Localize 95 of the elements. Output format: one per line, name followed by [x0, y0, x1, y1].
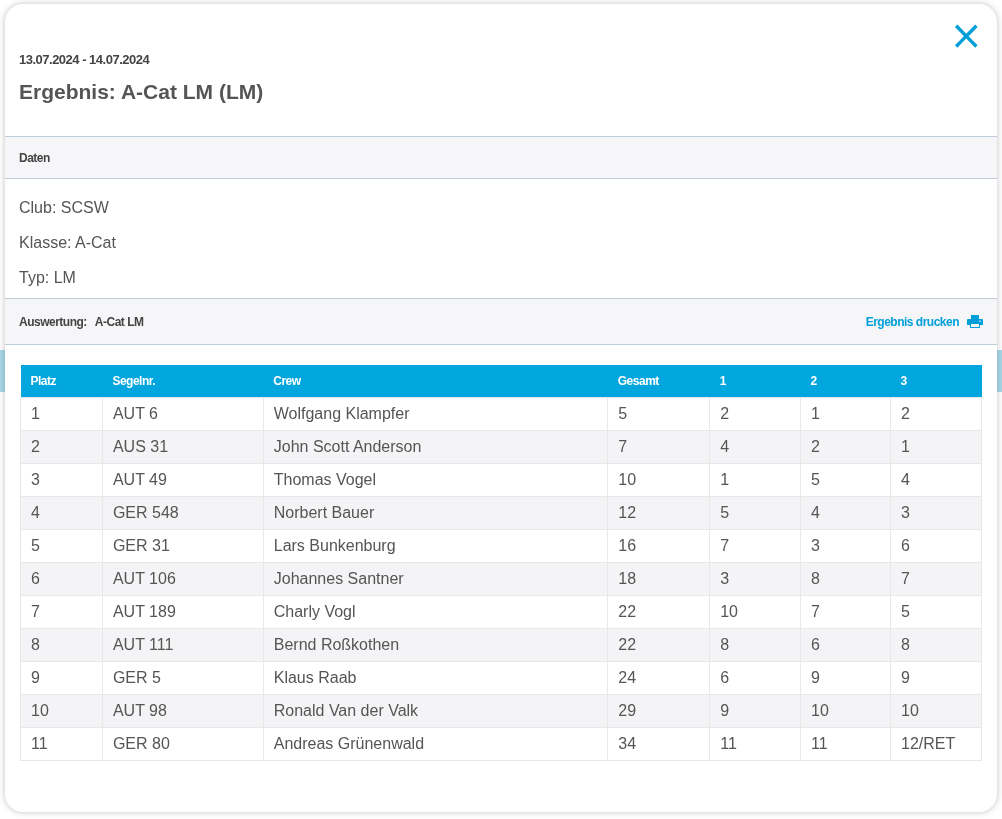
- table-cell: 16: [607, 529, 710, 563]
- table-cell: 7: [800, 595, 891, 629]
- dialog-title: Ergebnis: A-Cat LM (LM): [19, 80, 264, 104]
- table-cell: AUT 6: [102, 397, 264, 431]
- print-link[interactable]: Ergebnis drucken: [865, 314, 983, 329]
- table-cell: Charly Vogl: [263, 595, 608, 629]
- table-cell: 34: [607, 727, 710, 761]
- table-cell: 6: [20, 562, 103, 596]
- table-cell: 12/RET: [890, 727, 982, 761]
- table-cell: 3: [709, 562, 801, 596]
- table-cell: 5: [709, 496, 801, 530]
- table-cell: 7: [890, 562, 982, 596]
- table-cell: Lars Bunkenburg: [263, 529, 608, 563]
- table-cell: 10: [607, 463, 710, 497]
- column-header: 2: [800, 365, 891, 398]
- printer-icon: [967, 315, 983, 328]
- table-cell: 1: [890, 430, 982, 464]
- table-cell: 10: [800, 694, 891, 728]
- table-cell: 1: [20, 397, 103, 431]
- table-cell: 29: [607, 694, 710, 728]
- table-cell: AUT 106: [102, 562, 264, 596]
- column-header: Platz: [20, 365, 103, 398]
- table-cell: AUT 49: [102, 463, 264, 497]
- table-cell: 8: [800, 562, 891, 596]
- table-cell: 8: [709, 628, 801, 662]
- table-cell: Andreas Grünenwald: [263, 727, 608, 761]
- table-cell: 6: [800, 628, 891, 662]
- table-cell: 4: [890, 463, 982, 497]
- table-cell: 5: [800, 463, 891, 497]
- info-line: Klasse: A-Cat: [19, 233, 117, 253]
- evaluation-value: A-Cat LM: [94, 314, 144, 329]
- table-cell: 10: [709, 595, 801, 629]
- column-header: Gesamt: [607, 365, 710, 398]
- table-cell: 11: [709, 727, 801, 761]
- table-cell: 4: [20, 496, 103, 530]
- info-line: Club: SCSW: [19, 198, 110, 218]
- table-cell: 22: [607, 628, 710, 662]
- table-cell: GER 548: [102, 496, 264, 530]
- table-cell: Ronald Van der Valk: [263, 694, 608, 728]
- table-cell: 7: [20, 595, 103, 629]
- date-range: 13.07.2024 - 14.07.2024: [19, 52, 150, 67]
- table-cell: 3: [800, 529, 891, 563]
- table-cell: 9: [890, 661, 982, 695]
- table-cell: 6: [709, 661, 801, 695]
- table-cell: Wolfgang Klampfer: [263, 397, 608, 431]
- table-cell: 2: [709, 397, 801, 431]
- column-header: 3: [890, 365, 982, 398]
- table-cell: 2: [20, 430, 103, 464]
- table-cell: 11: [800, 727, 891, 761]
- evaluation-label: Auswertung:: [19, 314, 87, 329]
- table-cell: AUS 31: [102, 430, 264, 464]
- table-cell: Bernd Roßkothen: [263, 628, 608, 662]
- table-cell: 3: [20, 463, 103, 497]
- table-cell: 6: [890, 529, 982, 563]
- table-cell: Johannes Santner: [263, 562, 608, 596]
- table-cell: 2: [800, 430, 891, 464]
- table-cell: 5: [20, 529, 103, 563]
- table-cell: 3: [890, 496, 982, 530]
- table-cell: John Scott Anderson: [263, 430, 608, 464]
- table-cell: 22: [607, 595, 710, 629]
- table-cell: Norbert Bauer: [263, 496, 608, 530]
- table-cell: 1: [800, 397, 891, 431]
- table-cell: 8: [20, 628, 103, 662]
- section-heading: Daten: [19, 150, 50, 165]
- close-button[interactable]: ×: [949, 20, 983, 50]
- table-cell: 1: [709, 463, 801, 497]
- table-cell: AUT 189: [102, 595, 264, 629]
- table-cell: 5: [607, 397, 710, 431]
- table-cell: GER 5: [102, 661, 264, 695]
- column-header: Segelnr.: [102, 365, 264, 398]
- table-cell: GER 31: [102, 529, 264, 563]
- table-cell: 9: [800, 661, 891, 695]
- table-cell: 4: [709, 430, 801, 464]
- table-cell: 2: [890, 397, 982, 431]
- table-cell: 7: [709, 529, 801, 563]
- table-cell: Thomas Vogel: [263, 463, 608, 497]
- table-cell: Klaus Raab: [263, 661, 608, 695]
- table-cell: 10: [890, 694, 982, 728]
- info-line: Typ: LM: [19, 268, 77, 288]
- table-cell: GER 80: [102, 727, 264, 761]
- table-cell: 9: [709, 694, 801, 728]
- table-cell: 11: [20, 727, 103, 761]
- table-cell: 8: [890, 628, 982, 662]
- table-cell: 24: [607, 661, 710, 695]
- table-cell: AUT 111: [102, 628, 264, 662]
- table-cell: 7: [607, 430, 710, 464]
- table-cell: 9: [20, 661, 103, 695]
- table-cell: 18: [607, 562, 710, 596]
- table-cell: 10: [20, 694, 103, 728]
- column-header: 1: [709, 365, 801, 398]
- column-header: Crew: [263, 365, 608, 398]
- table-cell: 5: [890, 595, 982, 629]
- table-cell: AUT 98: [102, 694, 264, 728]
- table-cell: 4: [800, 496, 891, 530]
- table-cell: 12: [607, 496, 710, 530]
